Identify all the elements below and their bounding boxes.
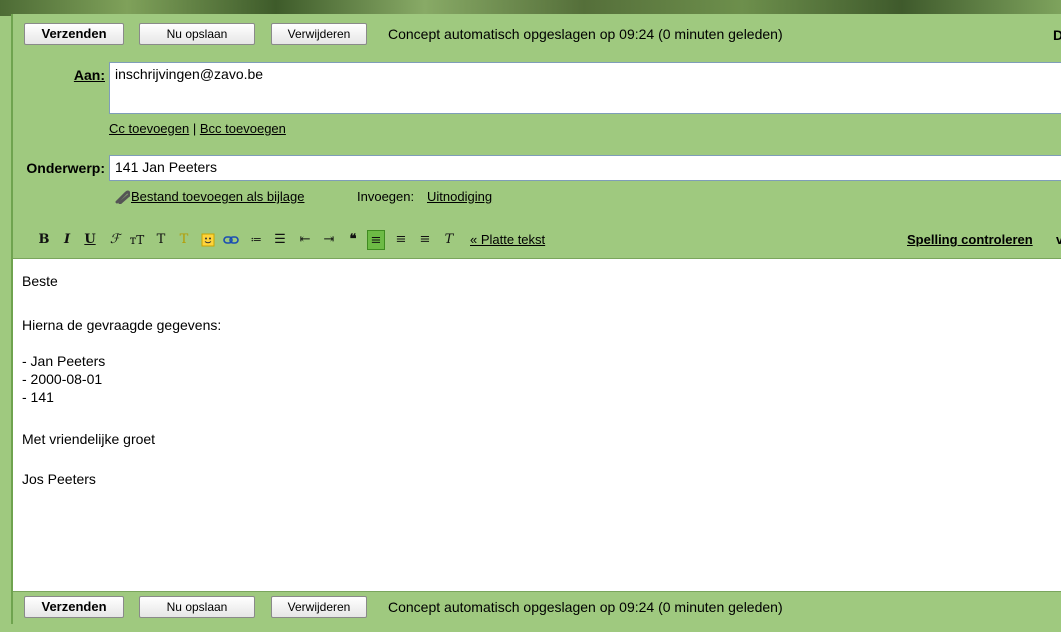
remove-formatting-icon[interactable]: T: [440, 230, 458, 250]
spellcheck-link[interactable]: Spelling controleren: [907, 232, 1033, 247]
align-left-icon[interactable]: ≡: [367, 230, 385, 250]
to-field[interactable]: inschrijvingen@zavo.be: [109, 62, 1061, 114]
underline-icon[interactable]: U: [81, 230, 99, 250]
subject-field[interactable]: 141 Jan Peeters: [109, 155, 1061, 181]
text-color-icon[interactable]: T: [152, 230, 170, 250]
body-line: Hierna de gevraagde gegevens:: [22, 317, 222, 333]
body-line: - 2000-08-01: [22, 371, 103, 387]
add-cc-link[interactable]: Cc toevoegen: [109, 121, 189, 136]
bottom-action-bar: Verzenden Nu opslaan Verwijderen Concept…: [13, 592, 1061, 632]
body-line: Met vriendelijke groet: [22, 431, 156, 447]
delete-button[interactable]: Verwijderen: [271, 23, 367, 45]
paperclip-icon: [114, 190, 131, 205]
italic-icon[interactable]: I: [58, 230, 76, 250]
clipped-text: D: [1053, 27, 1061, 43]
attach-file-link[interactable]: Bestand toevoegen als bijlage: [131, 189, 304, 204]
bold-icon[interactable]: B: [35, 230, 53, 250]
send-button[interactable]: Verzenden: [24, 23, 124, 45]
emoticon-icon[interactable]: [199, 230, 217, 250]
autosave-status: Concept automatisch opgeslagen op 09:24 …: [388, 26, 783, 42]
body-line: Jos Peeters: [22, 471, 96, 487]
body-line: - 141: [22, 389, 54, 405]
font-icon[interactable]: ℱ: [106, 230, 124, 250]
to-label[interactable]: Aan:: [53, 67, 105, 83]
plain-text-link[interactable]: « Platte tekst: [470, 232, 545, 247]
cc-bcc-separator: |: [192, 121, 197, 136]
autosave-status: Concept automatisch opgeslagen op 09:24 …: [388, 599, 783, 615]
font-size-icon[interactable]: тT: [128, 230, 146, 250]
align-right-icon[interactable]: ≡: [416, 230, 434, 250]
save-now-button[interactable]: Nu opslaan: [139, 596, 255, 618]
invitation-link[interactable]: Uitnodiging: [427, 189, 492, 204]
clipped-text: v: [1056, 232, 1061, 247]
indent-more-icon[interactable]: ⇥: [320, 230, 338, 250]
cc-bcc-row: Cc toevoegen | Bcc toevoegen: [109, 121, 286, 136]
highlight-icon[interactable]: T: [175, 230, 193, 250]
add-bcc-link[interactable]: Bcc toevoegen: [200, 121, 286, 136]
save-now-button[interactable]: Nu opslaan: [139, 23, 255, 45]
format-toolbar: B I U ℱ тT T T ≔ ☰ ⇤ ⇥ ❝ ≡ ≡ ≡ T « Platt…: [13, 228, 1061, 256]
top-action-bar: Verzenden Nu opslaan Verwijderen Concept…: [13, 14, 1061, 54]
message-body-editor[interactable]: Beste Hierna de gevraagde gegevens: - Ja…: [13, 258, 1061, 592]
quote-icon[interactable]: ❝: [344, 230, 362, 250]
send-button[interactable]: Verzenden: [24, 596, 124, 618]
numbered-list-icon[interactable]: ≔: [247, 230, 265, 250]
bulleted-list-icon[interactable]: ☰: [271, 230, 289, 250]
link-icon[interactable]: [222, 230, 240, 250]
indent-less-icon[interactable]: ⇤: [296, 230, 314, 250]
subject-label: Onderwerp:: [26, 160, 105, 176]
insert-label: Invoegen:: [357, 189, 415, 204]
compose-panel: Verzenden Nu opslaan Verwijderen Concept…: [11, 14, 1061, 624]
delete-button[interactable]: Verwijderen: [271, 596, 367, 618]
body-line: - Jan Peeters: [22, 353, 106, 369]
body-line: Beste: [22, 273, 58, 289]
align-center-icon[interactable]: ≡: [392, 230, 410, 250]
